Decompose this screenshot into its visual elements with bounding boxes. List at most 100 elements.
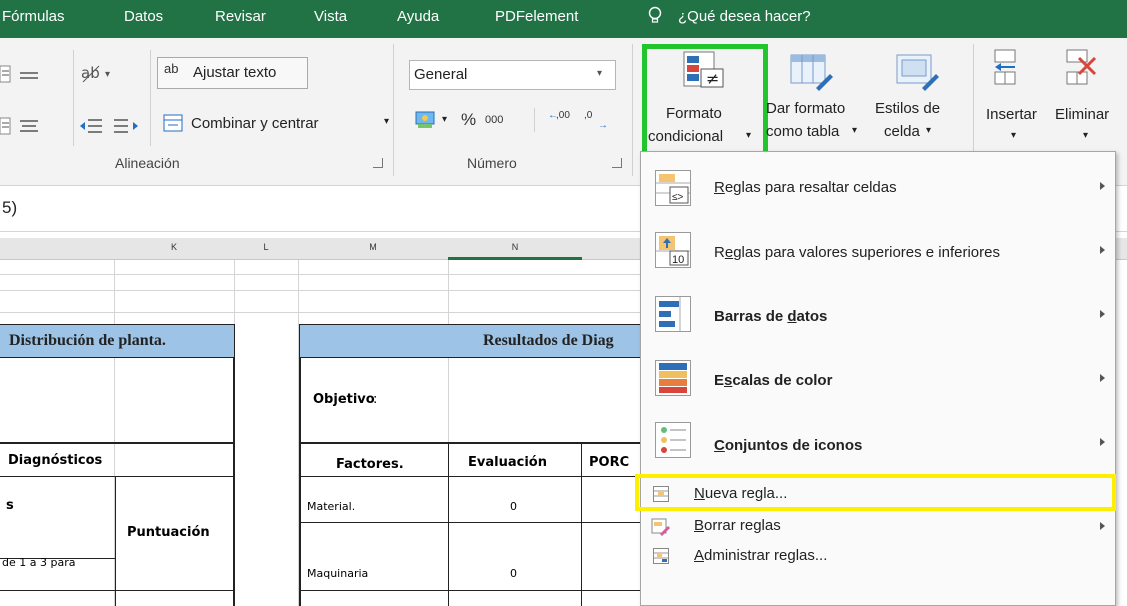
wrap-text-label: Ajustar texto (193, 64, 277, 81)
svg-text:10: 10 (672, 254, 684, 266)
insert-cells-icon (994, 49, 1016, 85)
chevron-down-icon: ▾ (926, 125, 932, 136)
alignment-group-label: Alineación (115, 155, 180, 171)
merge-cells-icon (163, 114, 183, 132)
porcentaje-header: PORC (589, 455, 630, 470)
factores-header: Factores. (336, 457, 404, 472)
conditional-formatting-icon: ≠ (683, 51, 724, 88)
insert-cells-button[interactable]: Insertar ▾ (983, 48, 1053, 154)
evaluacion-header: Evaluación (468, 455, 547, 470)
submenu-arrow-icon (1100, 182, 1105, 190)
conditional-formatting-menu: ≤> Reglas para resaltar celdas 10 Reglas… (640, 151, 1116, 606)
accounting-format-icon[interactable] (415, 109, 437, 129)
left-table-header: Distribución de planta. (0, 324, 235, 358)
chevron-down-icon: ▾ (746, 130, 752, 141)
menu-item-manage-rules[interactable]: Administrar reglas... (641, 542, 1115, 572)
format-table-label-1: Dar formato (766, 100, 846, 117)
increase-decimal-button[interactable]: ← ,00 (548, 108, 578, 132)
alignment-launcher-icon[interactable] (373, 158, 383, 168)
chevron-down-icon: ▾ (384, 116, 390, 127)
svg-text:≤>: ≤> (672, 192, 683, 203)
criteria-text: de 1 a 3 para (2, 556, 76, 569)
orientation-icon[interactable]: ab ▾ (81, 62, 121, 84)
cell-styles-label-1: Estilos de (875, 100, 941, 117)
menu-item-top-bottom-rules[interactable]: 10 Reglas para valores superiores e infe… (641, 222, 1115, 284)
highlight-cells-rules-icon: ≤> (655, 170, 691, 206)
number-format-select[interactable]: General ▾ (409, 60, 616, 90)
chevron-down-icon: ▾ (1011, 130, 1017, 141)
arrow-right-icon: → (598, 120, 608, 131)
decrease-decimal-button[interactable]: ,0 → (584, 108, 614, 132)
wrap-text-icon: ab (164, 61, 179, 76)
svg-text:ab: ab (81, 64, 100, 82)
tab-revisar[interactable]: Revisar (215, 8, 266, 25)
delete-cells-icon (1066, 49, 1097, 85)
tell-me-search[interactable]: ¿Qué desea hacer? (678, 8, 811, 25)
color-scales-icon (655, 360, 691, 396)
number-launcher-icon[interactable] (612, 158, 622, 168)
merge-center-label: Combinar y centrar (191, 115, 319, 132)
format-table-icon (790, 54, 833, 91)
format-as-table-button[interactable]: Dar formato como tabla ▾ (766, 52, 872, 156)
conditional-formatting-button[interactable]: ≠ Formato condicional ▾ (642, 44, 768, 156)
merge-center-button[interactable]: Combinar y centrar ▾ (163, 110, 393, 136)
column-header-l[interactable]: L (234, 242, 298, 252)
chevron-down-icon: ▾ (852, 125, 858, 136)
column-header-n[interactable]: N (448, 242, 582, 252)
puntuacion-header: Puntuación (127, 525, 210, 540)
top-bottom-rules-icon: 10 (655, 232, 691, 268)
maquinaria-value: 0 (510, 567, 517, 580)
indent-icons[interactable] (78, 116, 140, 136)
material-label: Material. (307, 500, 356, 513)
menu-item-data-bars[interactable]: Barras de datos (641, 286, 1115, 348)
svg-text:≠: ≠ (706, 69, 719, 88)
format-table-label-2: como tabla (766, 123, 840, 140)
objetivo-label: Objetivo (313, 392, 375, 407)
delete-cells-button[interactable]: Eliminar ▾ (1053, 48, 1127, 154)
svg-text:▾: ▾ (105, 69, 110, 80)
delete-label: Eliminar (1055, 106, 1110, 123)
align-center-icon[interactable] (0, 116, 60, 136)
new-rule-highlight (635, 474, 1116, 511)
chevron-down-icon: ▾ (597, 68, 603, 79)
insert-label: Insertar (986, 106, 1037, 123)
lightbulb-icon (648, 6, 662, 30)
submenu-arrow-icon (1100, 438, 1105, 446)
data-bars-icon (655, 296, 691, 332)
conditional-formatting-label-2: condicional (648, 128, 724, 145)
percent-style-button[interactable]: % (461, 110, 476, 130)
align-middle-icon[interactable] (0, 64, 60, 84)
menu-item-icon-sets[interactable]: Conjuntos de iconos (641, 414, 1115, 476)
conditional-formatting-label-1: Formato (666, 105, 722, 122)
menu-item-color-scales[interactable]: Escalas de color (641, 350, 1115, 412)
manage-rules-icon (653, 548, 669, 564)
chevron-down-icon[interactable]: ▾ (442, 114, 447, 125)
wrap-text-button[interactable]: ab Ajustar texto (157, 57, 308, 89)
tab-vista[interactable]: Vista (314, 8, 347, 25)
cell-s: s (6, 498, 14, 513)
menu-item-highlight-cells-rules[interactable]: ≤> Reglas para resaltar celdas (641, 156, 1115, 220)
cell-styles-button[interactable]: Estilos de celda ▾ (872, 52, 968, 156)
tab-ayuda[interactable]: Ayuda (397, 8, 439, 25)
submenu-arrow-icon (1100, 374, 1105, 382)
ribbon-tab-bar: Fórmulas Datos Revisar Vista Ayuda PDFel… (0, 0, 1127, 38)
formula-bar-text: 5) (2, 198, 18, 217)
menu-item-clear-rules[interactable]: Borrar reglas (641, 511, 1115, 541)
chevron-down-icon: ▾ (1083, 130, 1089, 141)
submenu-arrow-icon (1100, 310, 1105, 318)
column-header-m[interactable]: M (298, 242, 448, 252)
submenu-arrow-icon (1100, 522, 1105, 530)
number-group-label: Número (467, 155, 517, 171)
comma-style-button[interactable]: 000 (485, 114, 503, 126)
tab-datos[interactable]: Datos (124, 8, 163, 25)
cell-styles-label-2: celda (884, 123, 920, 140)
column-header-k[interactable]: K (114, 242, 234, 252)
submenu-arrow-icon (1100, 246, 1105, 254)
material-value: 0 (510, 500, 517, 513)
right-table-header: Resultados de Diag (299, 324, 644, 358)
number-format-value: General (414, 66, 468, 83)
clear-rules-icon (651, 518, 670, 536)
maquinaria-label: Maquinaria (307, 567, 369, 580)
tab-formulas[interactable]: Fórmulas (2, 8, 65, 25)
tab-pdfelement[interactable]: PDFelement (495, 8, 578, 25)
